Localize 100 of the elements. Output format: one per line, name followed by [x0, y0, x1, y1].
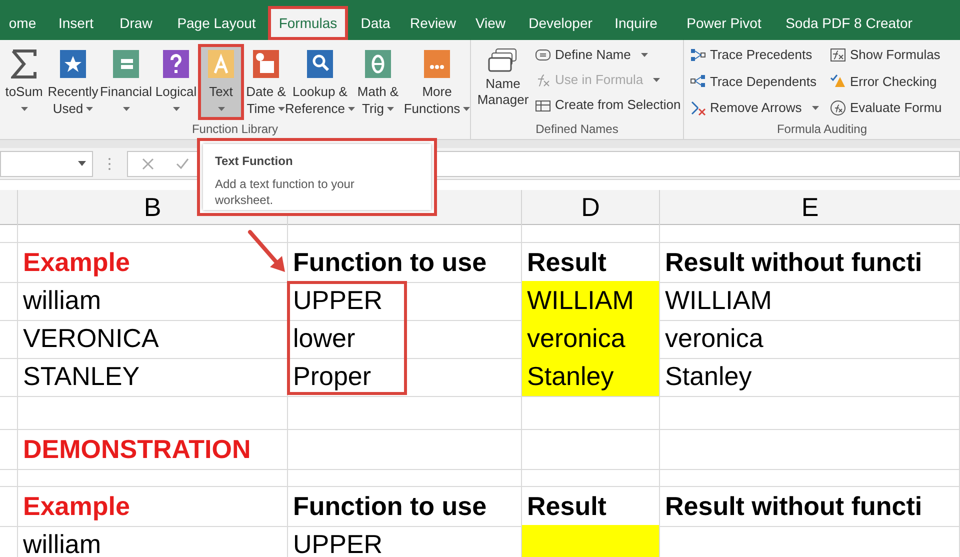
group-label: Formula Auditing — [776, 121, 868, 138]
ribbon-tab[interactable]: Power Pivot — [669, 6, 779, 40]
ribbon-tab[interactable]: Inquire — [603, 6, 669, 40]
table-cell[interactable] — [0, 319, 18, 359]
table-cell[interactable]: VERONICA — [18, 319, 288, 359]
table-cell[interactable]: STANLEY — [18, 357, 288, 397]
table-cell[interactable] — [18, 395, 288, 430]
tag-icon — [535, 49, 551, 61]
table-cell[interactable] — [522, 525, 660, 557]
ribbon-button[interactable]: Logical — [154, 44, 198, 120]
ribbon-button[interactable]: More Functions — [404, 44, 470, 120]
close-icon[interactable] — [142, 158, 154, 170]
group-label: Function Library — [192, 121, 278, 138]
table-cell[interactable] — [0, 430, 18, 470]
dots-book-icon — [423, 49, 451, 79]
table-cell[interactable] — [0, 468, 18, 487]
table-cell[interactable]: Result without functi — [660, 243, 960, 283]
ribbon-button[interactable]: Create from Selection — [535, 94, 681, 116]
table-cell[interactable] — [0, 357, 18, 397]
table-cell[interactable] — [18, 225, 288, 243]
ribbon-button[interactable]: Remove Arrows — [690, 96, 830, 119]
table-cell[interactable] — [0, 395, 18, 430]
ribbon-button[interactable]: Error Checking — [830, 70, 960, 92]
ribbon-tab[interactable]: Review — [403, 6, 463, 40]
table-cell[interactable]: Result without functi — [660, 487, 960, 527]
check-icon[interactable] — [176, 158, 189, 169]
ribbon-button[interactable]: Financial — [98, 44, 154, 120]
table-cell[interactable] — [522, 468, 660, 487]
ribbon-button[interactable]: Trace Dependents — [690, 70, 830, 92]
table-cell[interactable] — [18, 468, 288, 487]
table-cell[interactable] — [288, 395, 522, 430]
magnifier-book-icon — [306, 49, 334, 79]
table-cell[interactable]: Stanley — [660, 357, 960, 397]
table-cell[interactable]: Example — [18, 487, 288, 527]
table-cell[interactable] — [660, 468, 960, 487]
caret-icon — [278, 106, 286, 110]
ribbon-tab[interactable]: ome — [0, 6, 45, 40]
column-header[interactable]: D — [522, 190, 660, 225]
trace-precedents-icon — [690, 48, 706, 62]
ribbon-tab[interactable]: Insert — [45, 6, 107, 40]
table-cell[interactable] — [0, 281, 18, 321]
table-cell[interactable] — [660, 430, 960, 470]
caret-icon — [640, 53, 648, 57]
table-cell[interactable]: DEMONSTRATION — [18, 430, 288, 470]
column-header[interactable]: E — [660, 190, 960, 225]
name-box[interactable] — [0, 150, 93, 176]
ribbon-tab[interactable]: Data — [348, 6, 403, 40]
ribbon-tab[interactable]: Soda PDF 8 Creator — [779, 6, 919, 40]
table-cell[interactable]: Function to use — [288, 487, 522, 527]
ribbon-tab[interactable]: Formulas — [268, 6, 348, 40]
ribbon-button[interactable]: Text — [198, 44, 244, 120]
ribbon-button[interactable]: Evaluate Formu — [830, 96, 960, 119]
ribbon-button[interactable]: Recently Used — [48, 44, 98, 120]
grip-icon — [108, 156, 111, 170]
star-book-icon — [59, 49, 87, 79]
letter-book-icon — [207, 49, 235, 79]
sigma-icon — [11, 49, 37, 79]
table-cell[interactable]: Stanley — [522, 357, 660, 397]
ribbon-tab[interactable]: Draw — [107, 6, 165, 40]
table-cell[interactable]: william — [18, 281, 288, 321]
caret-icon — [122, 106, 130, 110]
name-manager-button[interactable]: Name Manager — [471, 44, 531, 120]
table-cell[interactable]: WILLIAM — [522, 281, 660, 321]
remove-arrows-icon — [690, 100, 706, 116]
caret-icon — [172, 106, 180, 110]
caret-icon — [348, 106, 355, 110]
table-cell[interactable]: william — [18, 525, 288, 557]
table-cell[interactable] — [522, 395, 660, 430]
table-cell[interactable] — [522, 430, 660, 470]
tooltip-title: Text Function — [215, 153, 294, 170]
table-cell[interactable] — [0, 243, 18, 283]
table-cell[interactable] — [288, 225, 522, 243]
table-cell[interactable] — [0, 487, 18, 527]
ribbon-button[interactable]: Lookup & Reference — [288, 44, 352, 120]
ribbon-button[interactable]: Trace Precedents — [690, 44, 830, 66]
ribbon-button[interactable]: toSum — [0, 44, 48, 120]
function-icon — [535, 73, 551, 87]
table-cell[interactable]: Function to use — [288, 243, 522, 283]
ribbon-button[interactable]: Show Formulas — [830, 44, 960, 66]
table-cell[interactable]: veronica — [660, 319, 960, 359]
ribbon-tab[interactable]: Page Layout — [165, 6, 268, 40]
show-formulas-icon — [830, 48, 846, 62]
caret-icon — [653, 78, 660, 82]
table-cell[interactable] — [522, 225, 660, 243]
table-icon — [535, 98, 551, 112]
ribbon-tab[interactable]: View — [463, 6, 518, 40]
table-cell[interactable] — [288, 468, 522, 487]
table-cell[interactable]: veronica — [522, 319, 660, 359]
table-cell[interactable] — [288, 430, 522, 470]
annotation-arrow — [248, 230, 285, 272]
caret-icon — [20, 106, 28, 110]
table-cell[interactable]: WILLIAM — [660, 281, 960, 321]
table-cell[interactable] — [0, 225, 18, 243]
table-cell[interactable] — [660, 225, 960, 243]
ribbon-button[interactable]: Define Name — [535, 44, 681, 66]
ribbon-tab[interactable]: Developer — [518, 6, 603, 40]
evaluate-formula-icon — [830, 100, 846, 116]
ribbon-button[interactable]: Math & Trig — [352, 44, 404, 120]
caret-icon — [463, 106, 470, 110]
table-cell[interactable] — [660, 395, 960, 430]
